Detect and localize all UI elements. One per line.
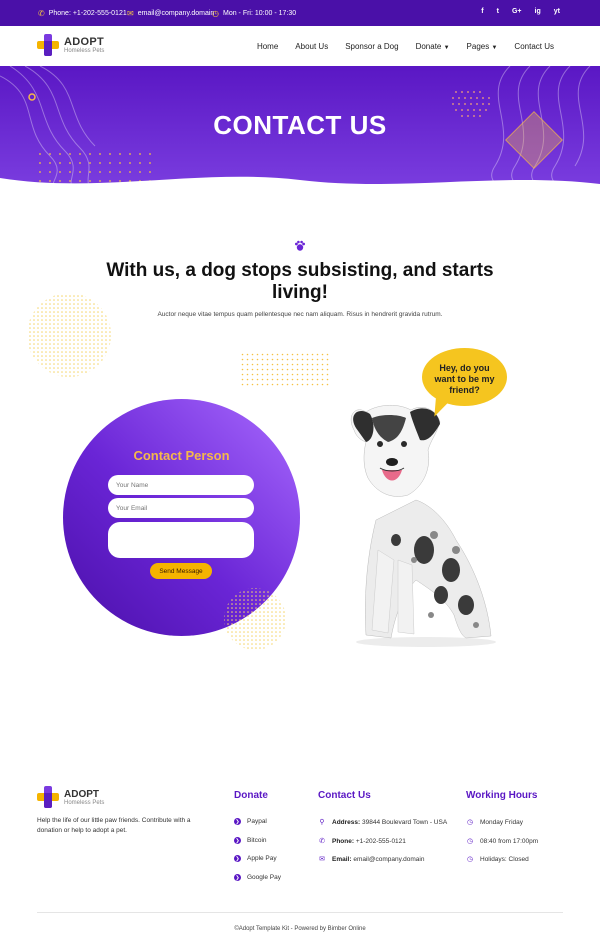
donate-applepay-label: Apple Pay xyxy=(247,855,277,862)
nav-home[interactable]: Home xyxy=(257,42,278,51)
speech-bubble-text: Hey, do you want to be my friend? xyxy=(422,363,507,396)
footer-description: Help the life of our little paw friends.… xyxy=(37,817,191,834)
message-textarea[interactable] xyxy=(108,522,254,558)
nav-donate[interactable]: Donate ▼ xyxy=(416,42,450,51)
arrow-right-icon: ❯ xyxy=(234,837,241,844)
google-plus-icon[interactable]: G+ xyxy=(512,8,522,15)
email-value: email@company.domain xyxy=(353,855,425,863)
nav-about[interactable]: About Us xyxy=(295,42,328,51)
clock-icon: ◷ xyxy=(466,856,474,863)
dot-pattern-decoration xyxy=(224,588,286,650)
brand-tagline: Homeless Pets xyxy=(64,47,105,54)
bubble-line-2: want to be my xyxy=(434,374,495,384)
donate-applepay-link[interactable]: ❯ Apple Pay xyxy=(234,855,277,862)
hours-item-label: Holidays: Closed xyxy=(480,855,529,863)
section-heading: With us, a dog stops subsisting, and sta… xyxy=(106,260,494,303)
logo-cross-icon xyxy=(37,786,59,808)
hours-item-label: Monday Friday xyxy=(480,818,523,826)
donate-paypal-label: Paypal xyxy=(247,818,267,825)
hours-item-label: 08:40 from 17:00pm xyxy=(480,837,539,845)
email-label: Email: xyxy=(332,855,352,863)
logo-cross-icon xyxy=(37,34,59,56)
top-bar: ✆ Phone: +1-202-555-0121 ✉ email@company… xyxy=(0,0,600,26)
dot-grid-decoration xyxy=(240,352,330,388)
brand-logo[interactable]: ADOPT Homeless Pets xyxy=(37,34,104,56)
envelope-icon: ✉ xyxy=(319,856,325,863)
footer-brand-name: ADOPT xyxy=(64,788,99,800)
email-input[interactable] xyxy=(108,498,254,518)
address-label: Address: xyxy=(332,818,361,826)
paw-icon xyxy=(295,240,305,251)
address-value: 39844 Boulevard Town - USA xyxy=(362,818,448,826)
instagram-icon[interactable]: ig xyxy=(535,8,541,15)
topbar-hours: ◷ Mon - Fri: 10:00 - 17:30 xyxy=(212,9,296,18)
page-title: CONTACT US xyxy=(213,110,387,140)
hero-banner: CONTACT US xyxy=(0,66,600,191)
arrow-right-icon: ❯ xyxy=(234,855,241,862)
donate-googlepay-link[interactable]: ❯ Google Pay xyxy=(234,874,281,881)
topbar-phone-text: Phone: +1-202-555-0121 xyxy=(48,10,127,17)
footer-divider xyxy=(37,912,563,913)
copyright-text: ©Adopt Template Kit - Powered by Bimber … xyxy=(234,926,366,932)
phone-label: Phone: xyxy=(332,837,355,845)
send-message-button[interactable]: Send Message xyxy=(150,563,212,579)
donate-paypal-link[interactable]: ❯ Paypal xyxy=(234,818,267,825)
bubble-line-1: Hey, do you xyxy=(439,363,490,373)
topbar-email-text: email@company.domain xyxy=(137,10,215,17)
name-input[interactable] xyxy=(108,475,254,495)
arrow-right-icon: ❯ xyxy=(234,818,241,825)
footer-brand-tagline: Homeless Pets xyxy=(64,799,105,806)
chevron-down-icon: ▼ xyxy=(491,45,498,51)
contact-form-title: Contact Person xyxy=(133,448,230,463)
clock-icon: ◷ xyxy=(212,9,219,18)
phone-icon: ✆ xyxy=(319,838,325,845)
youtube-icon[interactable]: yt xyxy=(554,8,560,15)
arrow-right-icon: ❯ xyxy=(234,874,241,881)
hours-item: ◷ Monday Friday xyxy=(466,818,523,827)
twitter-icon[interactable]: t xyxy=(497,8,499,15)
nav-pages[interactable]: Pages ▼ xyxy=(467,42,498,51)
topbar-hours-text: Mon - Fri: 10:00 - 17:30 xyxy=(222,10,297,17)
hours-item: ◷ 08:40 from 17:00pm xyxy=(466,837,539,846)
donate-googlepay-label: Google Pay xyxy=(247,874,281,881)
donate-bitcoin-link[interactable]: ❯ Bitcoin xyxy=(234,837,267,844)
footer-donate-title: Donate xyxy=(234,790,268,801)
footer-contact-title: Contact Us xyxy=(318,790,371,801)
nav-donate-label: Donate xyxy=(415,42,442,51)
facebook-icon[interactable]: f xyxy=(481,8,483,15)
social-links: f t G+ ig yt xyxy=(481,8,560,15)
footer-email[interactable]: ✉ Email: email@company.domain xyxy=(318,855,425,864)
nav-sponsor[interactable]: Sponsor a Dog xyxy=(345,42,398,51)
chevron-down-icon: ▼ xyxy=(443,45,450,51)
envelope-icon: ✉ xyxy=(127,9,134,18)
clock-icon: ◷ xyxy=(466,819,474,826)
dog-image xyxy=(350,405,496,647)
phone-value: +1-202-555-0121 xyxy=(355,837,406,845)
nav-contact[interactable]: Contact Us xyxy=(514,42,554,51)
main-menu: Home About Us Sponsor a Dog Donate ▼ Pag… xyxy=(257,42,554,51)
topbar-email[interactable]: ✉ email@company.domain xyxy=(127,9,214,18)
donate-bitcoin-label: Bitcoin xyxy=(247,837,267,844)
footer-logo[interactable]: ADOPT Homeless Pets xyxy=(37,786,104,808)
footer-hours-title: Working Hours xyxy=(466,790,538,801)
brand-name: ADOPT xyxy=(64,35,104,48)
topbar-phone[interactable]: ✆ Phone: +1-202-555-0121 xyxy=(38,9,127,18)
bubble-line-3: friend? xyxy=(449,385,480,395)
nav-pages-label: Pages xyxy=(466,42,490,51)
section-subtext: Auctor neque vitae tempus quam pellentes… xyxy=(157,311,443,318)
clock-icon: ◷ xyxy=(466,838,474,845)
footer-address: ⚲ Address: 39844 Boulevard Town - USA xyxy=(318,818,448,827)
phone-icon: ✆ xyxy=(38,9,45,18)
footer-phone[interactable]: ✆ Phone: +1-202-555-0121 xyxy=(318,837,406,846)
map-pin-icon: ⚲ xyxy=(319,819,325,826)
hours-item: ◷ Holidays: Closed xyxy=(466,855,529,864)
